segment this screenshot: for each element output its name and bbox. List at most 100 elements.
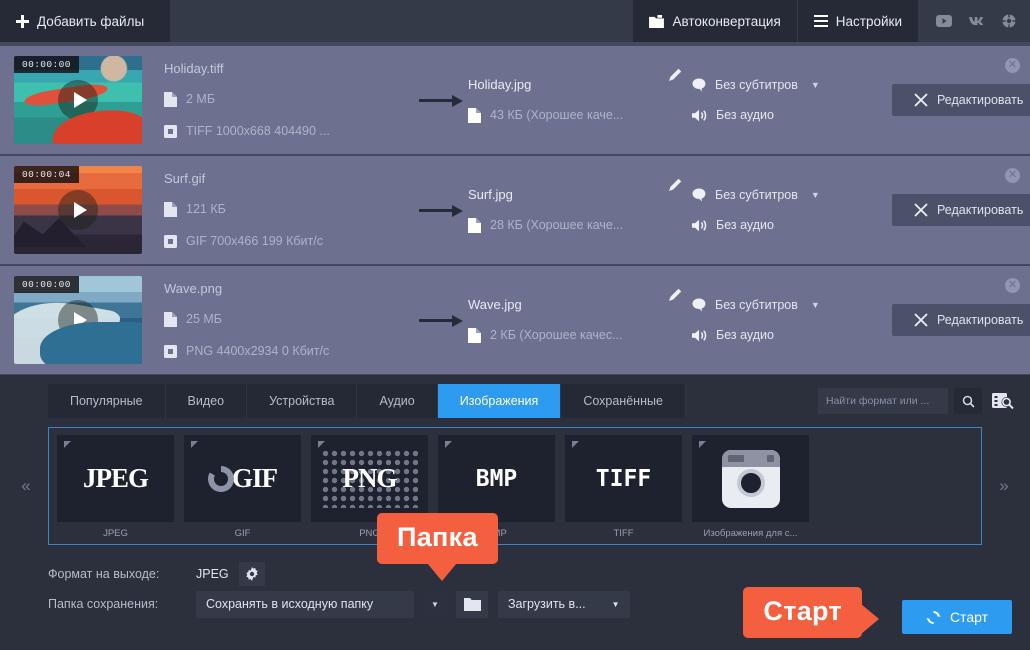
find-format-icon[interactable]: [988, 387, 1018, 415]
corner-fold-icon: [572, 441, 579, 448]
source-media-info: TIFF 1000x668 404490 ...: [186, 124, 330, 138]
edit-button[interactable]: Редактировать: [892, 304, 1030, 336]
table-row[interactable]: 00:00:00 Wave.png 25 МБ PNG 4400x2934 0 …: [0, 266, 1030, 374]
remove-file-button[interactable]: ✕: [1005, 58, 1020, 73]
actions-column: Редактировать: [892, 194, 1030, 226]
add-files-button[interactable]: Добавить файлы: [0, 0, 170, 42]
file-thumbnail[interactable]: 00:00:00: [14, 56, 142, 144]
tab-devices[interactable]: Устройства: [247, 384, 358, 418]
edit-label: Редактировать: [937, 313, 1024, 327]
edit-pencil-icon[interactable]: [668, 178, 682, 192]
audio-icon: [692, 329, 707, 342]
chevron-down-icon[interactable]: ▼: [811, 300, 820, 310]
table-row[interactable]: 00:00:04 Surf.gif 121 КБ GIF 700x466 199…: [0, 156, 1030, 264]
tab-images[interactable]: Изображения: [437, 384, 562, 418]
tab-popular[interactable]: Популярные: [48, 384, 166, 418]
autoconvert-button[interactable]: Автоконвертация: [633, 0, 798, 42]
media-info-icon: [164, 344, 177, 358]
upload-to-select[interactable]: Загрузить в... ▼: [498, 590, 630, 618]
search-icon[interactable]: [954, 388, 982, 414]
format-tile-tiff[interactable]: TIFF TIFF: [565, 435, 682, 544]
actions-column: Редактировать: [892, 84, 1030, 116]
remove-file-button[interactable]: ✕: [1005, 168, 1020, 183]
youtube-icon[interactable]: [936, 15, 952, 27]
play-icon[interactable]: [58, 80, 98, 120]
format-art-text: PNG: [342, 463, 398, 493]
top-toolbar: Добавить файлы Автоконвертация Настройки: [0, 0, 1030, 42]
scroll-right-button[interactable]: »: [982, 427, 1026, 545]
source-media-info: GIF 700x466 199 Кбит/с: [186, 234, 323, 248]
edit-pencil-icon[interactable]: [668, 68, 682, 82]
save-folder-select[interactable]: Сохранять в исходную папку: [196, 590, 414, 618]
format-art-text: GIF: [231, 463, 278, 493]
table-row[interactable]: 00:00:00 Holiday.tiff 2 МБ TIFF 1000x668…: [0, 46, 1030, 154]
corner-fold-icon: [699, 441, 706, 448]
chevron-down-icon[interactable]: ▼: [811, 190, 820, 200]
play-icon[interactable]: [58, 190, 98, 230]
dest-column: Holiday.jpg 43 КБ (Хорошее каче...: [468, 69, 668, 131]
edit-button[interactable]: Редактировать: [892, 194, 1030, 226]
vk-icon[interactable]: [968, 15, 986, 27]
jpeg-icon: JPEG: [57, 435, 174, 522]
settings-button[interactable]: Настройки: [797, 0, 918, 42]
tab-saved[interactable]: Сохранённые: [561, 384, 686, 418]
bmp-icon: BMP: [438, 435, 555, 522]
camera-lens: [736, 468, 765, 497]
callout-folder: Папка: [377, 513, 498, 581]
gear-icon[interactable]: [238, 562, 265, 586]
subtitles-icon: [692, 188, 706, 202]
start-button[interactable]: Старт: [901, 600, 1012, 634]
subtitles-label[interactable]: Без субтитров: [715, 298, 798, 312]
conversion-arrow: [414, 315, 468, 327]
audio-icon: [692, 219, 707, 232]
edit-label: Редактировать: [937, 93, 1024, 107]
tab-video[interactable]: Видео: [165, 384, 248, 418]
source-media-info: PNG 4400x2934 0 Кбит/с: [186, 344, 330, 358]
chevron-down-icon[interactable]: ▼: [612, 600, 620, 609]
file-icon: [468, 217, 481, 233]
tab-audio[interactable]: Аудио: [357, 384, 438, 418]
audio-label[interactable]: Без аудио: [716, 328, 774, 342]
play-icon[interactable]: [58, 300, 98, 340]
file-icon: [468, 327, 481, 343]
help-icon[interactable]: [1002, 14, 1016, 28]
hamburger-icon: [813, 15, 828, 27]
browse-folder-button[interactable]: [456, 590, 488, 618]
edit-button[interactable]: Редактировать: [892, 84, 1030, 116]
format-tile-instagram[interactable]: Изображения для с...: [692, 435, 809, 544]
search-input[interactable]: Найти формат или ...: [818, 388, 948, 414]
file-thumbnail[interactable]: 00:00:00: [14, 276, 142, 364]
chevron-down-icon[interactable]: ▼: [424, 590, 446, 618]
camera-top-bar: [721, 449, 780, 467]
format-tile-gif[interactable]: GIF GIF: [184, 435, 301, 544]
camera-icon: [721, 449, 780, 508]
format-tile-jpeg[interactable]: JPEG JPEG: [57, 435, 174, 544]
spinner-icon: [207, 465, 234, 492]
corner-fold-icon: [64, 441, 71, 448]
edit-pencil-icon[interactable]: [668, 288, 682, 302]
dest-filename: Surf.jpg: [468, 186, 513, 202]
settings-label: Настройки: [835, 13, 902, 29]
search-area: Найти формат или ...: [818, 387, 1018, 415]
dest-filesize: 43 КБ (Хорошее каче...: [490, 108, 624, 122]
file-icon: [164, 91, 177, 107]
scroll-left-button[interactable]: «: [4, 427, 48, 545]
subtitles-label[interactable]: Без субтитров: [715, 78, 798, 92]
social-links: [918, 0, 1030, 42]
media-info-icon: [164, 234, 177, 248]
remove-file-button[interactable]: ✕: [1005, 278, 1020, 293]
output-format-label: Формат на выходе:: [48, 567, 160, 581]
subtitles-label[interactable]: Без субтитров: [715, 188, 798, 202]
stream-column: Без субтитров ▼ Без аудио: [692, 70, 892, 130]
png-icon: PNG: [311, 435, 428, 522]
start-label: Старт: [949, 609, 988, 625]
chevron-down-icon[interactable]: ▼: [811, 80, 820, 90]
stream-column: Без субтитров ▼ Без аудио: [692, 180, 892, 240]
dest-filesize: 2 КБ (Хорошее качес...: [490, 328, 623, 342]
conversion-arrow: [414, 95, 468, 107]
file-thumbnail[interactable]: 00:00:04: [14, 166, 142, 254]
output-format-value: JPEG: [196, 567, 229, 581]
format-label: TIFF: [613, 527, 634, 539]
audio-label[interactable]: Без аудио: [716, 218, 774, 232]
audio-label[interactable]: Без аудио: [716, 108, 774, 122]
